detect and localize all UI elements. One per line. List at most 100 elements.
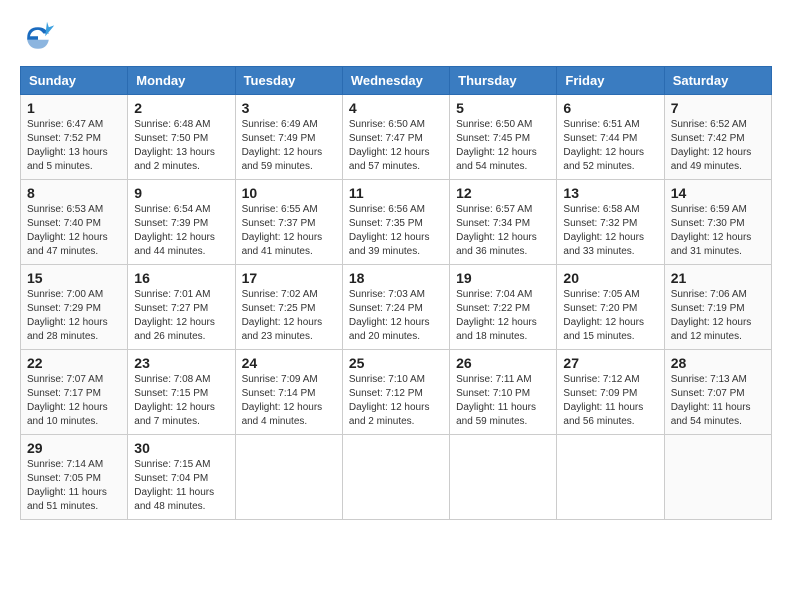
day-number: 21 xyxy=(671,270,765,286)
day-detail: Sunrise: 6:50 AMSunset: 7:45 PMDaylight:… xyxy=(456,118,550,174)
day-detail: Sunrise: 6:50 AMSunset: 7:47 PMDaylight:… xyxy=(349,118,443,174)
calendar-cell: 17 Sunrise: 7:02 AMSunset: 7:25 PMDayligh… xyxy=(235,265,342,350)
day-detail: Sunrise: 6:57 AMSunset: 7:34 PMDaylight:… xyxy=(456,203,550,259)
day-number: 4 xyxy=(349,100,443,116)
day-detail: Sunrise: 6:47 AMSunset: 7:52 PMDaylight:… xyxy=(27,118,121,174)
day-detail: Sunrise: 7:08 AMSunset: 7:15 PMDaylight:… xyxy=(134,373,228,429)
weekday-header-monday: Monday xyxy=(128,67,235,95)
day-number: 5 xyxy=(456,100,550,116)
calendar-cell: 5 Sunrise: 6:50 AMSunset: 7:45 PMDaylight… xyxy=(450,95,557,180)
day-detail: Sunrise: 6:59 AMSunset: 7:30 PMDaylight:… xyxy=(671,203,765,259)
calendar-cell: 11 Sunrise: 6:56 AMSunset: 7:35 PMDayligh… xyxy=(342,180,449,265)
calendar-week-2: 8 Sunrise: 6:53 AMSunset: 7:40 PMDaylight… xyxy=(21,180,772,265)
day-number: 19 xyxy=(456,270,550,286)
day-detail: Sunrise: 7:01 AMSunset: 7:27 PMDaylight:… xyxy=(134,288,228,344)
calendar-header: SundayMondayTuesdayWednesdayThursdayFrid… xyxy=(21,67,772,95)
day-detail: Sunrise: 6:48 AMSunset: 7:50 PMDaylight:… xyxy=(134,118,228,174)
calendar-cell: 18 Sunrise: 7:03 AMSunset: 7:24 PMDayligh… xyxy=(342,265,449,350)
calendar-cell: 30 Sunrise: 7:15 AMSunset: 7:04 PMDayligh… xyxy=(128,435,235,520)
day-number: 1 xyxy=(27,100,121,116)
day-detail: Sunrise: 6:52 AMSunset: 7:42 PMDaylight:… xyxy=(671,118,765,174)
calendar-cell: 23 Sunrise: 7:08 AMSunset: 7:15 PMDayligh… xyxy=(128,350,235,435)
day-number: 18 xyxy=(349,270,443,286)
calendar-cell: 10 Sunrise: 6:55 AMSunset: 7:37 PMDayligh… xyxy=(235,180,342,265)
day-detail: Sunrise: 7:02 AMSunset: 7:25 PMDaylight:… xyxy=(242,288,336,344)
day-number: 20 xyxy=(563,270,657,286)
day-number: 22 xyxy=(27,355,121,371)
calendar-cell: 19Sunrise: 7:04 AMSunset: 7:22 PMDayligh… xyxy=(450,265,557,350)
day-number: 25 xyxy=(349,355,443,371)
day-detail: Sunrise: 7:09 AMSunset: 7:14 PMDaylight:… xyxy=(242,373,336,429)
day-detail: Sunrise: 7:12 AMSunset: 7:09 PMDaylight:… xyxy=(563,373,657,429)
calendar-cell: 20Sunrise: 7:05 AMSunset: 7:20 PMDayligh… xyxy=(557,265,664,350)
calendar-cell: 22 Sunrise: 7:07 AMSunset: 7:17 PMDayligh… xyxy=(21,350,128,435)
day-number: 29 xyxy=(27,440,121,456)
day-number: 2 xyxy=(134,100,228,116)
day-number: 23 xyxy=(134,355,228,371)
calendar-cell: 15 Sunrise: 7:00 AMSunset: 7:29 PMDayligh… xyxy=(21,265,128,350)
day-number: 15 xyxy=(27,270,121,286)
day-detail: Sunrise: 6:49 AMSunset: 7:49 PMDaylight:… xyxy=(242,118,336,174)
day-detail: Sunrise: 7:07 AMSunset: 7:17 PMDaylight:… xyxy=(27,373,121,429)
day-number: 8 xyxy=(27,185,121,201)
calendar-table: SundayMondayTuesdayWednesdayThursdayFrid… xyxy=(20,66,772,520)
weekday-header-sunday: Sunday xyxy=(21,67,128,95)
calendar-cell: 16 Sunrise: 7:01 AMSunset: 7:27 PMDayligh… xyxy=(128,265,235,350)
day-detail: Sunrise: 7:15 AMSunset: 7:04 PMDaylight:… xyxy=(134,458,228,514)
day-number: 13 xyxy=(563,185,657,201)
calendar-cell xyxy=(557,435,664,520)
weekday-header-saturday: Saturday xyxy=(664,67,771,95)
calendar-cell: 9 Sunrise: 6:54 AMSunset: 7:39 PMDaylight… xyxy=(128,180,235,265)
day-detail: Sunrise: 7:13 AMSunset: 7:07 PMDaylight:… xyxy=(671,373,765,429)
calendar-cell: 12 Sunrise: 6:57 AMSunset: 7:34 PMDayligh… xyxy=(450,180,557,265)
calendar-cell: 24 Sunrise: 7:09 AMSunset: 7:14 PMDayligh… xyxy=(235,350,342,435)
calendar-cell xyxy=(235,435,342,520)
calendar-week-5: 29 Sunrise: 7:14 AMSunset: 7:05 PMDayligh… xyxy=(21,435,772,520)
day-number: 16 xyxy=(134,270,228,286)
calendar-cell xyxy=(450,435,557,520)
logo-icon xyxy=(20,20,56,56)
day-detail: Sunrise: 7:14 AMSunset: 7:05 PMDaylight:… xyxy=(27,458,121,514)
day-number: 30 xyxy=(134,440,228,456)
day-number: 11 xyxy=(349,185,443,201)
calendar-cell xyxy=(342,435,449,520)
day-number: 6 xyxy=(563,100,657,116)
day-number: 27 xyxy=(563,355,657,371)
day-detail: Sunrise: 7:11 AMSunset: 7:10 PMDaylight:… xyxy=(456,373,550,429)
logo xyxy=(20,20,60,56)
calendar-cell: 7 Sunrise: 6:52 AMSunset: 7:42 PMDaylight… xyxy=(664,95,771,180)
calendar-week-1: 1 Sunrise: 6:47 AMSunset: 7:52 PMDaylight… xyxy=(21,95,772,180)
calendar-cell: 1 Sunrise: 6:47 AMSunset: 7:52 PMDaylight… xyxy=(21,95,128,180)
day-number: 9 xyxy=(134,185,228,201)
weekday-header-wednesday: Wednesday xyxy=(342,67,449,95)
day-detail: Sunrise: 6:51 AMSunset: 7:44 PMDaylight:… xyxy=(563,118,657,174)
calendar-cell xyxy=(664,435,771,520)
day-detail: Sunrise: 7:10 AMSunset: 7:12 PMDaylight:… xyxy=(349,373,443,429)
day-detail: Sunrise: 7:03 AMSunset: 7:24 PMDaylight:… xyxy=(349,288,443,344)
weekday-header-thursday: Thursday xyxy=(450,67,557,95)
calendar-cell: 2 Sunrise: 6:48 AMSunset: 7:50 PMDaylight… xyxy=(128,95,235,180)
day-number: 17 xyxy=(242,270,336,286)
day-number: 24 xyxy=(242,355,336,371)
calendar-cell: 26 Sunrise: 7:11 AMSunset: 7:10 PMDayligh… xyxy=(450,350,557,435)
day-detail: Sunrise: 6:53 AMSunset: 7:40 PMDaylight:… xyxy=(27,203,121,259)
day-number: 3 xyxy=(242,100,336,116)
day-number: 10 xyxy=(242,185,336,201)
calendar-week-3: 15 Sunrise: 7:00 AMSunset: 7:29 PMDayligh… xyxy=(21,265,772,350)
calendar-cell: 25 Sunrise: 7:10 AMSunset: 7:12 PMDayligh… xyxy=(342,350,449,435)
day-detail: Sunrise: 6:54 AMSunset: 7:39 PMDaylight:… xyxy=(134,203,228,259)
calendar-cell: 13Sunrise: 6:58 AMSunset: 7:32 PMDayligh… xyxy=(557,180,664,265)
weekday-header-tuesday: Tuesday xyxy=(235,67,342,95)
day-number: 28 xyxy=(671,355,765,371)
day-number: 7 xyxy=(671,100,765,116)
day-detail: Sunrise: 6:56 AMSunset: 7:35 PMDaylight:… xyxy=(349,203,443,259)
day-number: 12 xyxy=(456,185,550,201)
day-detail: Sunrise: 7:00 AMSunset: 7:29 PMDaylight:… xyxy=(27,288,121,344)
calendar-cell: 29 Sunrise: 7:14 AMSunset: 7:05 PMDayligh… xyxy=(21,435,128,520)
calendar-cell: 27 Sunrise: 7:12 AMSunset: 7:09 PMDayligh… xyxy=(557,350,664,435)
day-number: 26 xyxy=(456,355,550,371)
weekday-header-friday: Friday xyxy=(557,67,664,95)
day-detail: Sunrise: 6:55 AMSunset: 7:37 PMDaylight:… xyxy=(242,203,336,259)
calendar-cell: 8 Sunrise: 6:53 AMSunset: 7:40 PMDaylight… xyxy=(21,180,128,265)
day-number: 14 xyxy=(671,185,765,201)
